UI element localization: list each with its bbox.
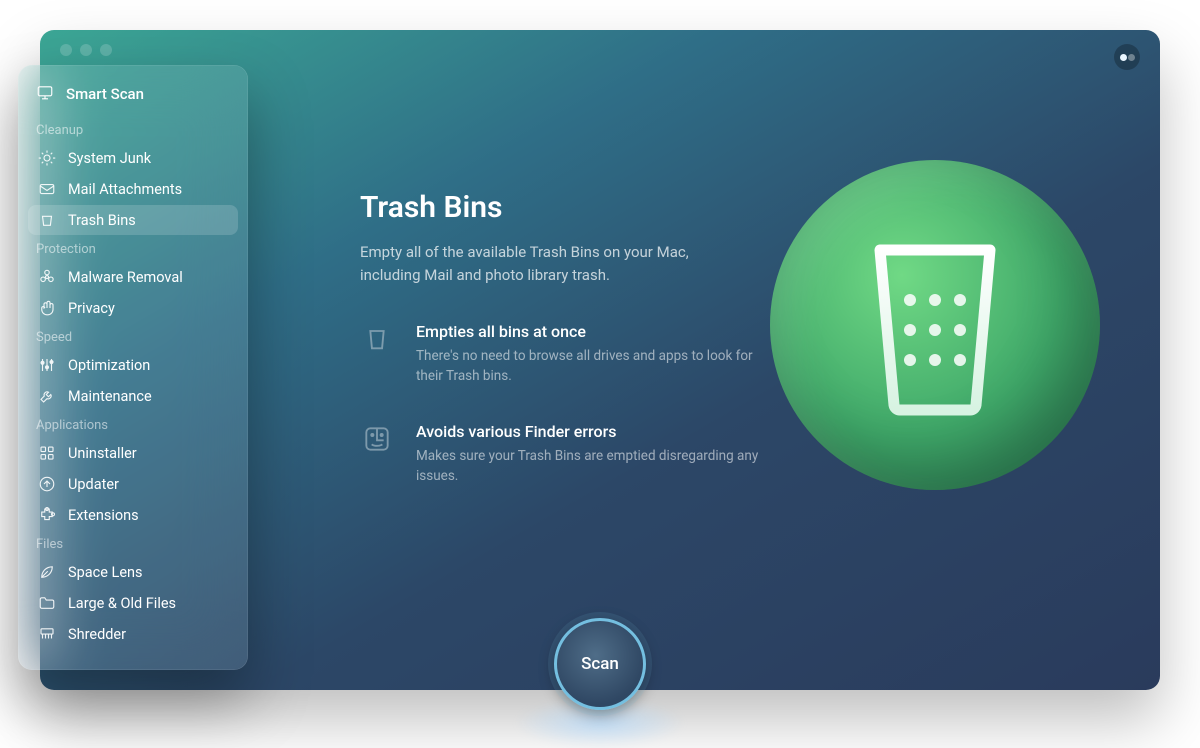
sidebar-item-label: Updater — [68, 476, 119, 493]
folder-icon — [38, 594, 56, 612]
envelope-icon — [38, 180, 56, 198]
sidebar-item-label: Large & Old Files — [68, 595, 176, 612]
traffic-close[interactable] — [60, 44, 72, 56]
sidebar-item-system-junk[interactable]: System Junk — [28, 143, 238, 173]
feature-desc: Makes sure your Trash Bins are emptied d… — [416, 447, 780, 486]
sidebar-item-label: Space Lens — [68, 564, 143, 581]
arrow-up-circle-icon — [38, 475, 56, 493]
sidebar-item-privacy[interactable]: Privacy — [28, 293, 238, 323]
sliders-icon — [38, 356, 56, 374]
section-label-speed: Speed — [26, 324, 240, 349]
puzzle-icon — [38, 506, 56, 524]
app-window: Smart Scan Cleanup System Junk Mail Atta… — [40, 30, 1160, 690]
section-label-applications: Applications — [26, 412, 240, 437]
biohazard-icon — [38, 268, 56, 286]
scan-button-wrap: Scan — [525, 618, 675, 738]
shredder-icon — [38, 625, 56, 643]
sidebar-item-label: Optimization — [68, 357, 150, 374]
sidebar-item-malware-removal[interactable]: Malware Removal — [28, 262, 238, 292]
trash-icon — [38, 211, 56, 229]
page-subtitle: Empty all of the available Trash Bins on… — [360, 241, 750, 286]
sidebar-smart-scan[interactable]: Smart Scan — [26, 79, 240, 117]
sidebar-item-label: Mail Attachments — [68, 181, 182, 198]
traffic-minimize[interactable] — [80, 44, 92, 56]
section-label-files: Files — [26, 531, 240, 556]
feature-desc: There's no need to browse all drives and… — [416, 347, 780, 386]
badge-dots-icon — [1120, 54, 1127, 61]
feature-title: Avoids various Finder errors — [416, 422, 780, 441]
sidebar-smart-scan-label: Smart Scan — [66, 85, 144, 103]
sidebar-item-shredder[interactable]: Shredder — [28, 619, 238, 649]
feature-row-avoids-errors: Avoids various Finder errors Makes sure … — [360, 422, 780, 486]
hand-icon — [38, 299, 56, 317]
sidebar-item-label: Trash Bins — [68, 212, 136, 229]
sidebar-item-uninstaller[interactable]: Uninstaller — [28, 438, 238, 468]
sidebar-item-space-lens[interactable]: Space Lens — [28, 557, 238, 587]
gear-spark-icon — [38, 149, 56, 167]
finder-face-icon — [360, 422, 394, 456]
scan-button[interactable]: Scan — [554, 618, 646, 710]
sidebar-item-label: Privacy — [68, 300, 115, 317]
hero-illustration — [770, 160, 1100, 490]
section-label-protection: Protection — [26, 236, 240, 261]
sidebar-item-label: System Junk — [68, 150, 151, 167]
trash-large-icon — [860, 230, 1010, 420]
account-badge[interactable] — [1114, 44, 1140, 70]
hero-circle — [770, 160, 1100, 490]
sidebar-item-label: Shredder — [68, 626, 126, 643]
scan-button-label: Scan — [581, 654, 619, 674]
sidebar: Smart Scan Cleanup System Junk Mail Atta… — [18, 65, 248, 670]
leaf-icon — [38, 563, 56, 581]
sidebar-item-label: Extensions — [68, 507, 139, 524]
wrench-icon — [38, 387, 56, 405]
sidebar-item-label: Uninstaller — [68, 445, 137, 462]
sidebar-item-updater[interactable]: Updater — [28, 469, 238, 499]
sidebar-item-mail-attachments[interactable]: Mail Attachments — [28, 174, 238, 204]
feature-row-empties-all: Empties all bins at once There's no need… — [360, 322, 780, 386]
sidebar-item-label: Malware Removal — [68, 269, 183, 286]
trash-outline-icon — [360, 322, 394, 356]
sidebar-item-large-old-files[interactable]: Large & Old Files — [28, 588, 238, 618]
sidebar-item-label: Maintenance — [68, 388, 152, 405]
monitor-icon — [36, 83, 54, 105]
blocks-icon — [38, 444, 56, 462]
section-label-cleanup: Cleanup — [26, 117, 240, 142]
sidebar-item-trash-bins[interactable]: Trash Bins — [28, 205, 238, 235]
window-controls — [60, 44, 112, 56]
feature-title: Empties all bins at once — [416, 322, 780, 341]
sidebar-item-optimization[interactable]: Optimization — [28, 350, 238, 380]
sidebar-item-maintenance[interactable]: Maintenance — [28, 381, 238, 411]
traffic-zoom[interactable] — [100, 44, 112, 56]
sidebar-item-extensions[interactable]: Extensions — [28, 500, 238, 530]
